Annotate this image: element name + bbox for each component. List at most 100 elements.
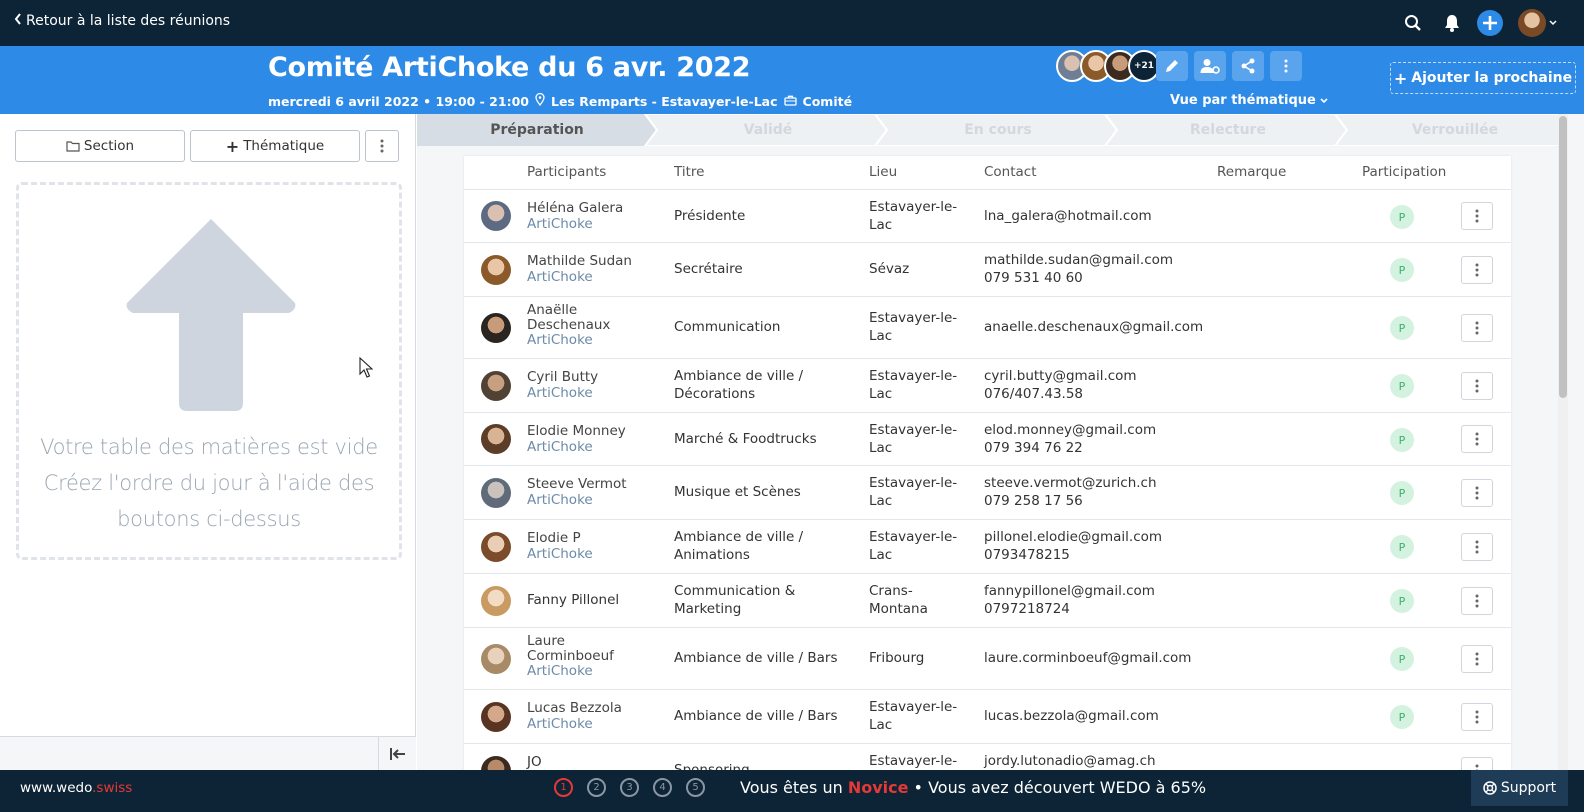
participation-badge[interactable]: P bbox=[1390, 589, 1414, 613]
manage-participants-button[interactable] bbox=[1194, 51, 1226, 81]
user-menu[interactable] bbox=[1517, 9, 1557, 37]
participant-place: Estavayer-le- bbox=[869, 422, 958, 438]
participant-phone: 079 258 17 56 bbox=[984, 493, 1083, 509]
meeting-type: Comité bbox=[802, 93, 853, 109]
table-row[interactable]: Elodie Monney ArtiChoke Marché & Foodtru… bbox=[464, 413, 1511, 466]
search-icon[interactable] bbox=[1400, 10, 1426, 36]
sidebar-footer bbox=[0, 736, 416, 771]
table-row[interactable]: Cyril Butty ArtiChoke Ambiance de ville … bbox=[464, 359, 1511, 413]
table-row[interactable]: Mathilde Sudan ArtiChoke Secrétaire Séva… bbox=[464, 243, 1511, 297]
participation-badge[interactable]: P bbox=[1390, 374, 1414, 398]
participant-phone: 0793478215 bbox=[984, 547, 1070, 563]
user-level: Novice bbox=[847, 778, 909, 797]
participant-place: Estavayer-le- bbox=[869, 199, 958, 215]
add-plus-button[interactable] bbox=[1477, 10, 1503, 36]
row-options-button[interactable] bbox=[1461, 533, 1493, 561]
participants-avatars[interactable]: +21 bbox=[1056, 50, 1160, 84]
participation-badge[interactable]: P bbox=[1390, 205, 1414, 229]
step-locked[interactable]: Verrouillée bbox=[1343, 114, 1567, 146]
view-selector[interactable]: Vue par thématique bbox=[1170, 93, 1328, 108]
table-row[interactable]: Elodie P ArtiChoke Ambiance de ville / A… bbox=[464, 520, 1511, 574]
participant-name: Fanny Pillonel bbox=[527, 592, 620, 608]
level-step[interactable]: 1 bbox=[554, 778, 573, 797]
header-remark: Remarque bbox=[1217, 164, 1287, 180]
add-section-button[interactable]: Section bbox=[15, 130, 185, 162]
participation-badge[interactable]: P bbox=[1390, 705, 1414, 729]
progress-message: Vous êtes un Novice • Vous avez découver… bbox=[740, 778, 1206, 797]
row-options-button[interactable] bbox=[1461, 202, 1493, 230]
support-button[interactable]: Support bbox=[1471, 770, 1568, 806]
participant-name: Corminboeuf bbox=[527, 648, 614, 664]
edit-button[interactable] bbox=[1156, 51, 1188, 81]
participant-avatar bbox=[481, 371, 511, 401]
plus-circle-icon bbox=[1477, 10, 1503, 36]
participant-avatar bbox=[481, 586, 511, 616]
participant-place: Estavayer-le- bbox=[869, 475, 958, 491]
participant-title: Ambiance de ville / Bars bbox=[674, 708, 838, 724]
sidebar-more-button[interactable] bbox=[365, 130, 399, 162]
table-row[interactable]: Lucas Bezzola ArtiChoke Ambiance de vill… bbox=[464, 690, 1511, 744]
table-row[interactable]: JO Sponsoring Estavayer-le- jordy.lutona… bbox=[464, 744, 1511, 770]
chevron-left-icon bbox=[14, 13, 22, 29]
participation-badge[interactable]: P bbox=[1390, 258, 1414, 282]
table-row[interactable]: Steeve Vermot ArtiChoke Musique et Scène… bbox=[464, 466, 1511, 520]
table-row[interactable]: Anaëlle Deschenaux ArtiChoke Communicati… bbox=[464, 297, 1511, 359]
bell-icon[interactable] bbox=[1439, 10, 1465, 36]
arrow-up-icon bbox=[126, 219, 296, 411]
participant-contact: lucas.bezzola@gmail.com bbox=[984, 708, 1159, 724]
row-options-button[interactable] bbox=[1461, 479, 1493, 507]
participation-badge[interactable]: P bbox=[1390, 316, 1414, 340]
participant-email: pillonel.elodie@gmail.com bbox=[984, 529, 1163, 545]
participant-org: ArtiChoke bbox=[527, 385, 593, 401]
add-next-meeting-button[interactable]: + Ajouter la prochaine bbox=[1390, 62, 1576, 94]
add-theme-button[interactable]: + Thématique bbox=[190, 130, 360, 162]
participation-badge[interactable]: P bbox=[1390, 481, 1414, 505]
participant-place: Lac bbox=[869, 217, 893, 233]
participant-title: Décorations bbox=[674, 386, 756, 402]
mouse-cursor-icon bbox=[359, 357, 373, 378]
participation-badge[interactable]: P bbox=[1390, 535, 1414, 559]
meeting-date-time: mercredi 6 avril 2022 • 19:00 - 21:00 bbox=[268, 93, 529, 109]
row-options-button[interactable] bbox=[1461, 645, 1493, 673]
row-options-button[interactable] bbox=[1461, 703, 1493, 731]
lifebuoy-icon bbox=[1483, 781, 1497, 795]
level-step[interactable]: 3 bbox=[620, 778, 639, 797]
table-row[interactable]: Héléna Galera ArtiChoke Présidente Estav… bbox=[464, 190, 1511, 243]
level-step[interactable]: 5 bbox=[686, 778, 705, 797]
scrollbar-thumb[interactable] bbox=[1559, 116, 1567, 398]
participant-org: ArtiChoke bbox=[527, 439, 593, 455]
table-row[interactable]: Fanny Pillonel Communication & Marketing… bbox=[464, 574, 1511, 628]
pencil-icon bbox=[1166, 60, 1178, 72]
step-validated[interactable]: Validé bbox=[653, 114, 883, 146]
row-options-button[interactable] bbox=[1461, 757, 1493, 770]
step-preparation[interactable]: Préparation bbox=[417, 114, 657, 146]
kebab-icon bbox=[1475, 710, 1479, 724]
row-options-button[interactable] bbox=[1461, 587, 1493, 615]
row-options-button[interactable] bbox=[1461, 425, 1493, 453]
row-options-button[interactable] bbox=[1461, 314, 1493, 342]
row-options-button[interactable] bbox=[1461, 256, 1493, 284]
step-review[interactable]: Relecture bbox=[1113, 114, 1343, 146]
participant-email: elod.monney@gmail.com bbox=[984, 422, 1157, 438]
participant-email: cyril.butty@gmail.com bbox=[984, 368, 1137, 384]
plus-icon: + bbox=[225, 136, 240, 156]
more-options-button[interactable] bbox=[1270, 51, 1302, 81]
location-pin-icon bbox=[535, 92, 545, 109]
collapse-sidebar-button[interactable] bbox=[378, 737, 416, 771]
participation-badge[interactable]: P bbox=[1390, 428, 1414, 452]
level-step[interactable]: 4 bbox=[653, 778, 672, 797]
participant-email: steeve.vermot@zurich.ch bbox=[984, 475, 1157, 491]
step-in-progress[interactable]: En cours bbox=[883, 114, 1113, 146]
participant-avatar bbox=[481, 313, 511, 343]
participant-avatar bbox=[481, 424, 511, 454]
table-row[interactable]: Laure Corminboeuf ArtiChoke Ambiance de … bbox=[464, 628, 1511, 690]
participant-contact: anaelle.deschenaux@gmail.com bbox=[984, 319, 1204, 335]
back-to-meetings-link[interactable]: Retour à la liste des réunions bbox=[14, 13, 230, 29]
site-link[interactable]: www.wedo.swiss bbox=[20, 780, 132, 796]
participation-badge[interactable]: P bbox=[1390, 647, 1414, 671]
share-button[interactable] bbox=[1232, 51, 1264, 81]
participant-phone: 0797218724 bbox=[984, 601, 1070, 617]
level-step[interactable]: 2 bbox=[587, 778, 606, 797]
participant-place: Estavayer-le- bbox=[869, 699, 958, 715]
row-options-button[interactable] bbox=[1461, 372, 1493, 400]
